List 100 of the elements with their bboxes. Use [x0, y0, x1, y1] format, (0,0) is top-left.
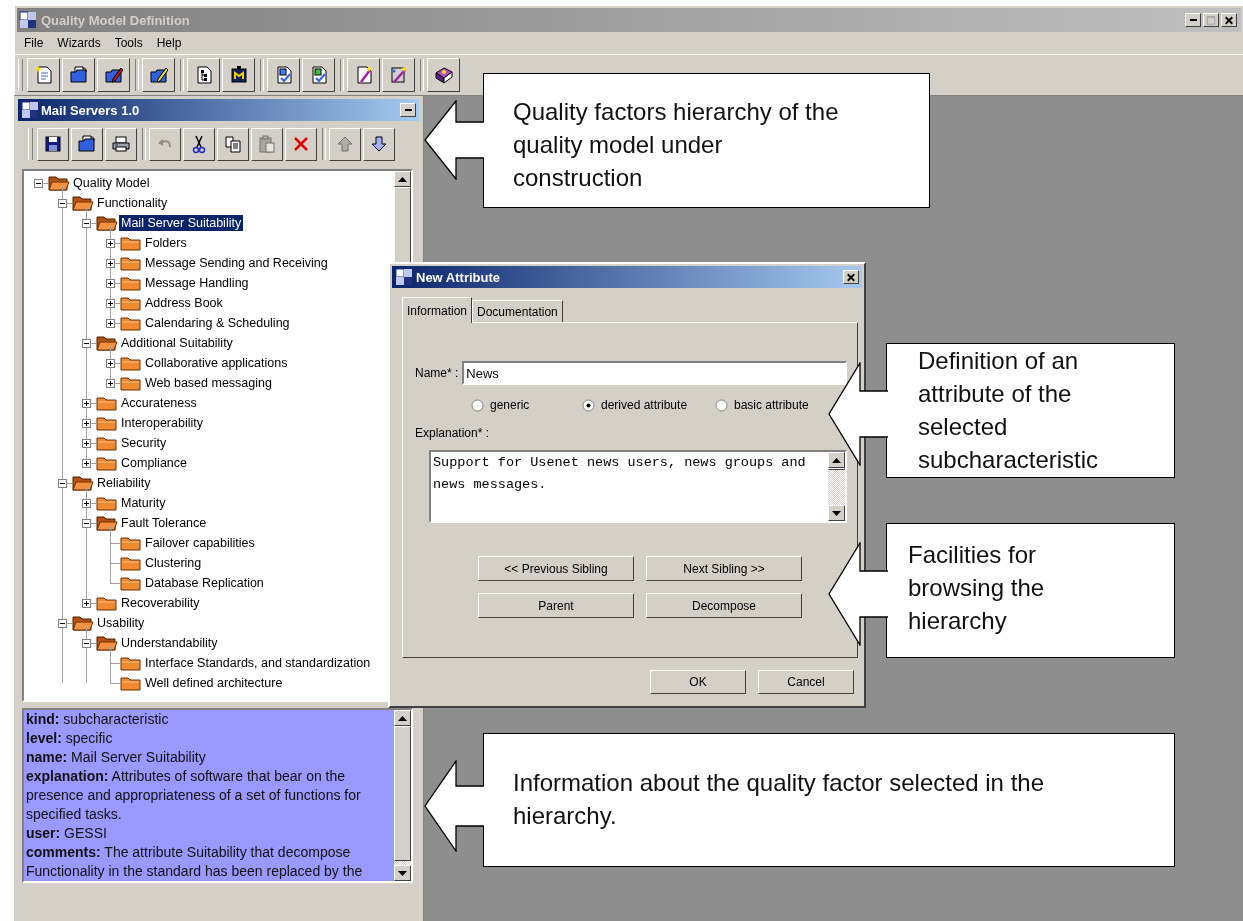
tree-toggle[interactable] [106, 318, 115, 328]
menu-item[interactable]: Tools [107, 34, 150, 52]
radio-button[interactable] [715, 398, 728, 412]
tree-item[interactable]: Collaborative applications [143, 355, 290, 371]
tree-item[interactable]: Interoperability [119, 415, 205, 431]
close-button[interactable] [843, 270, 859, 284]
tree-item[interactable]: Reliability [95, 475, 153, 491]
toolbar-button[interactable] [37, 127, 69, 161]
scroll-up-button[interactable] [394, 171, 411, 187]
maximize-icon [1204, 13, 1218, 27]
up-arrow-icon [398, 176, 407, 182]
tree-toggle[interactable] [82, 438, 91, 448]
tree-item[interactable]: Maturity [119, 495, 168, 511]
tree-item[interactable]: Security [119, 435, 169, 451]
toolbar-button[interactable] [382, 58, 415, 92]
close-button[interactable] [1221, 13, 1237, 27]
minimize-button[interactable] [400, 103, 416, 117]
tree-item[interactable]: Additional Suitability [119, 335, 235, 351]
name-field[interactable]: News [462, 361, 847, 385]
window-title: Quality Model Definition [41, 12, 191, 28]
toolbar-button[interactable] [71, 127, 103, 161]
toolbar-button[interactable] [183, 127, 215, 161]
tab[interactable]: Documentation [472, 300, 563, 322]
tree-item[interactable]: Well defined architecture [143, 675, 285, 691]
toolbar-button[interactable] [222, 58, 255, 92]
tree-toggle[interactable] [82, 638, 91, 648]
toolbar-button[interactable] [142, 58, 175, 92]
tree-toggle[interactable] [106, 378, 115, 388]
tree-item[interactable]: Compliance [119, 455, 189, 471]
tree-item[interactable]: Failover capabilities [143, 535, 257, 551]
tree-item[interactable]: Usability [95, 615, 147, 631]
tree-item[interactable]: Folders [143, 235, 189, 251]
tree-toggle[interactable] [58, 478, 67, 488]
tree-item[interactable]: Quality Model [71, 175, 152, 191]
radio-button[interactable] [582, 398, 595, 412]
toolbar-button[interactable] [427, 58, 460, 92]
dialog-button[interactable]: OK [650, 670, 746, 694]
pencil-folder-icon [103, 65, 124, 85]
tree-item[interactable]: Database Replication [143, 575, 266, 591]
nav-button[interactable]: Decompose [646, 593, 802, 618]
toolbar-button[interactable] [27, 58, 60, 92]
tree-item[interactable]: Message Sending and Receiving [143, 255, 330, 271]
tree-toggle[interactable] [106, 278, 115, 288]
dialog-button[interactable]: Cancel [758, 670, 854, 694]
tree-item[interactable]: Message Handling [143, 275, 251, 291]
nav-button[interactable]: Parent [478, 593, 634, 618]
up-arrow-icon [335, 134, 355, 154]
toolbar-button[interactable] [285, 127, 317, 161]
tree-toggle[interactable] [82, 218, 91, 228]
tree-toggle[interactable] [82, 598, 91, 608]
tree-item[interactable]: Functionality [95, 195, 170, 211]
scroll-thumb[interactable] [394, 726, 411, 861]
tree-toggle[interactable] [82, 458, 91, 468]
tree-toggle[interactable] [82, 398, 91, 408]
scrollbar[interactable] [394, 710, 411, 881]
tree-toggle[interactable] [106, 258, 115, 268]
down-arrow-icon [369, 134, 389, 154]
menu-item[interactable]: File [17, 34, 51, 52]
tree-item[interactable]: Mail Server Suitability [119, 215, 244, 231]
tree-item[interactable]: Address Book [143, 295, 225, 311]
nav-button[interactable]: Next Sibling >> [646, 556, 802, 581]
toolbar-button[interactable] [302, 58, 335, 92]
minimize-button[interactable] [1185, 13, 1201, 27]
toolbar-button[interactable] [97, 58, 130, 92]
tree-toggle[interactable] [106, 238, 115, 248]
tree-toggle[interactable] [58, 198, 67, 208]
toolbar-button[interactable] [267, 58, 300, 92]
tree-toggle[interactable] [82, 338, 91, 348]
toolbar-button[interactable] [347, 58, 380, 92]
folder-icon [96, 595, 118, 611]
tree-item[interactable]: Fault Tolerance [119, 515, 209, 531]
toolbar-button[interactable] [62, 58, 95, 92]
tree-toggle[interactable] [106, 298, 115, 308]
tree-item[interactable]: Calendaring & Scheduling [143, 315, 292, 331]
tree-toggle[interactable] [82, 418, 91, 428]
menu-item[interactable]: Help [149, 34, 189, 52]
tree-item[interactable]: Recoverability [119, 595, 202, 611]
tree-item[interactable]: Understandability [119, 635, 220, 651]
scroll-down-button[interactable] [394, 865, 411, 881]
tree-toggle[interactable] [58, 618, 67, 628]
menu-item[interactable]: Wizards [50, 34, 108, 52]
maximize-button[interactable] [1203, 13, 1219, 27]
tree-toggle[interactable] [82, 498, 91, 508]
tree-toggle[interactable] [34, 178, 43, 188]
folder-icon [120, 295, 142, 311]
toolbar-button[interactable] [187, 58, 220, 92]
tree-item[interactable]: Clustering [143, 555, 204, 571]
tree-toggle[interactable] [82, 518, 91, 528]
tab[interactable]: Information [402, 297, 473, 323]
nav-button[interactable]: << Previous Sibling [478, 556, 634, 581]
toolbar-button[interactable] [217, 127, 249, 161]
tree-item[interactable]: Accurateness [119, 395, 199, 411]
toolbar-button[interactable] [105, 127, 137, 161]
tree-item[interactable]: Web based messaging [143, 375, 274, 391]
tree-item[interactable]: Interface Standards, and standardization [143, 655, 373, 671]
toolbar-button[interactable] [363, 127, 395, 161]
scroll-up-button[interactable] [394, 710, 411, 726]
open-folder-icon [77, 134, 97, 154]
tree-toggle[interactable] [106, 358, 115, 368]
radio-button[interactable] [471, 398, 484, 412]
